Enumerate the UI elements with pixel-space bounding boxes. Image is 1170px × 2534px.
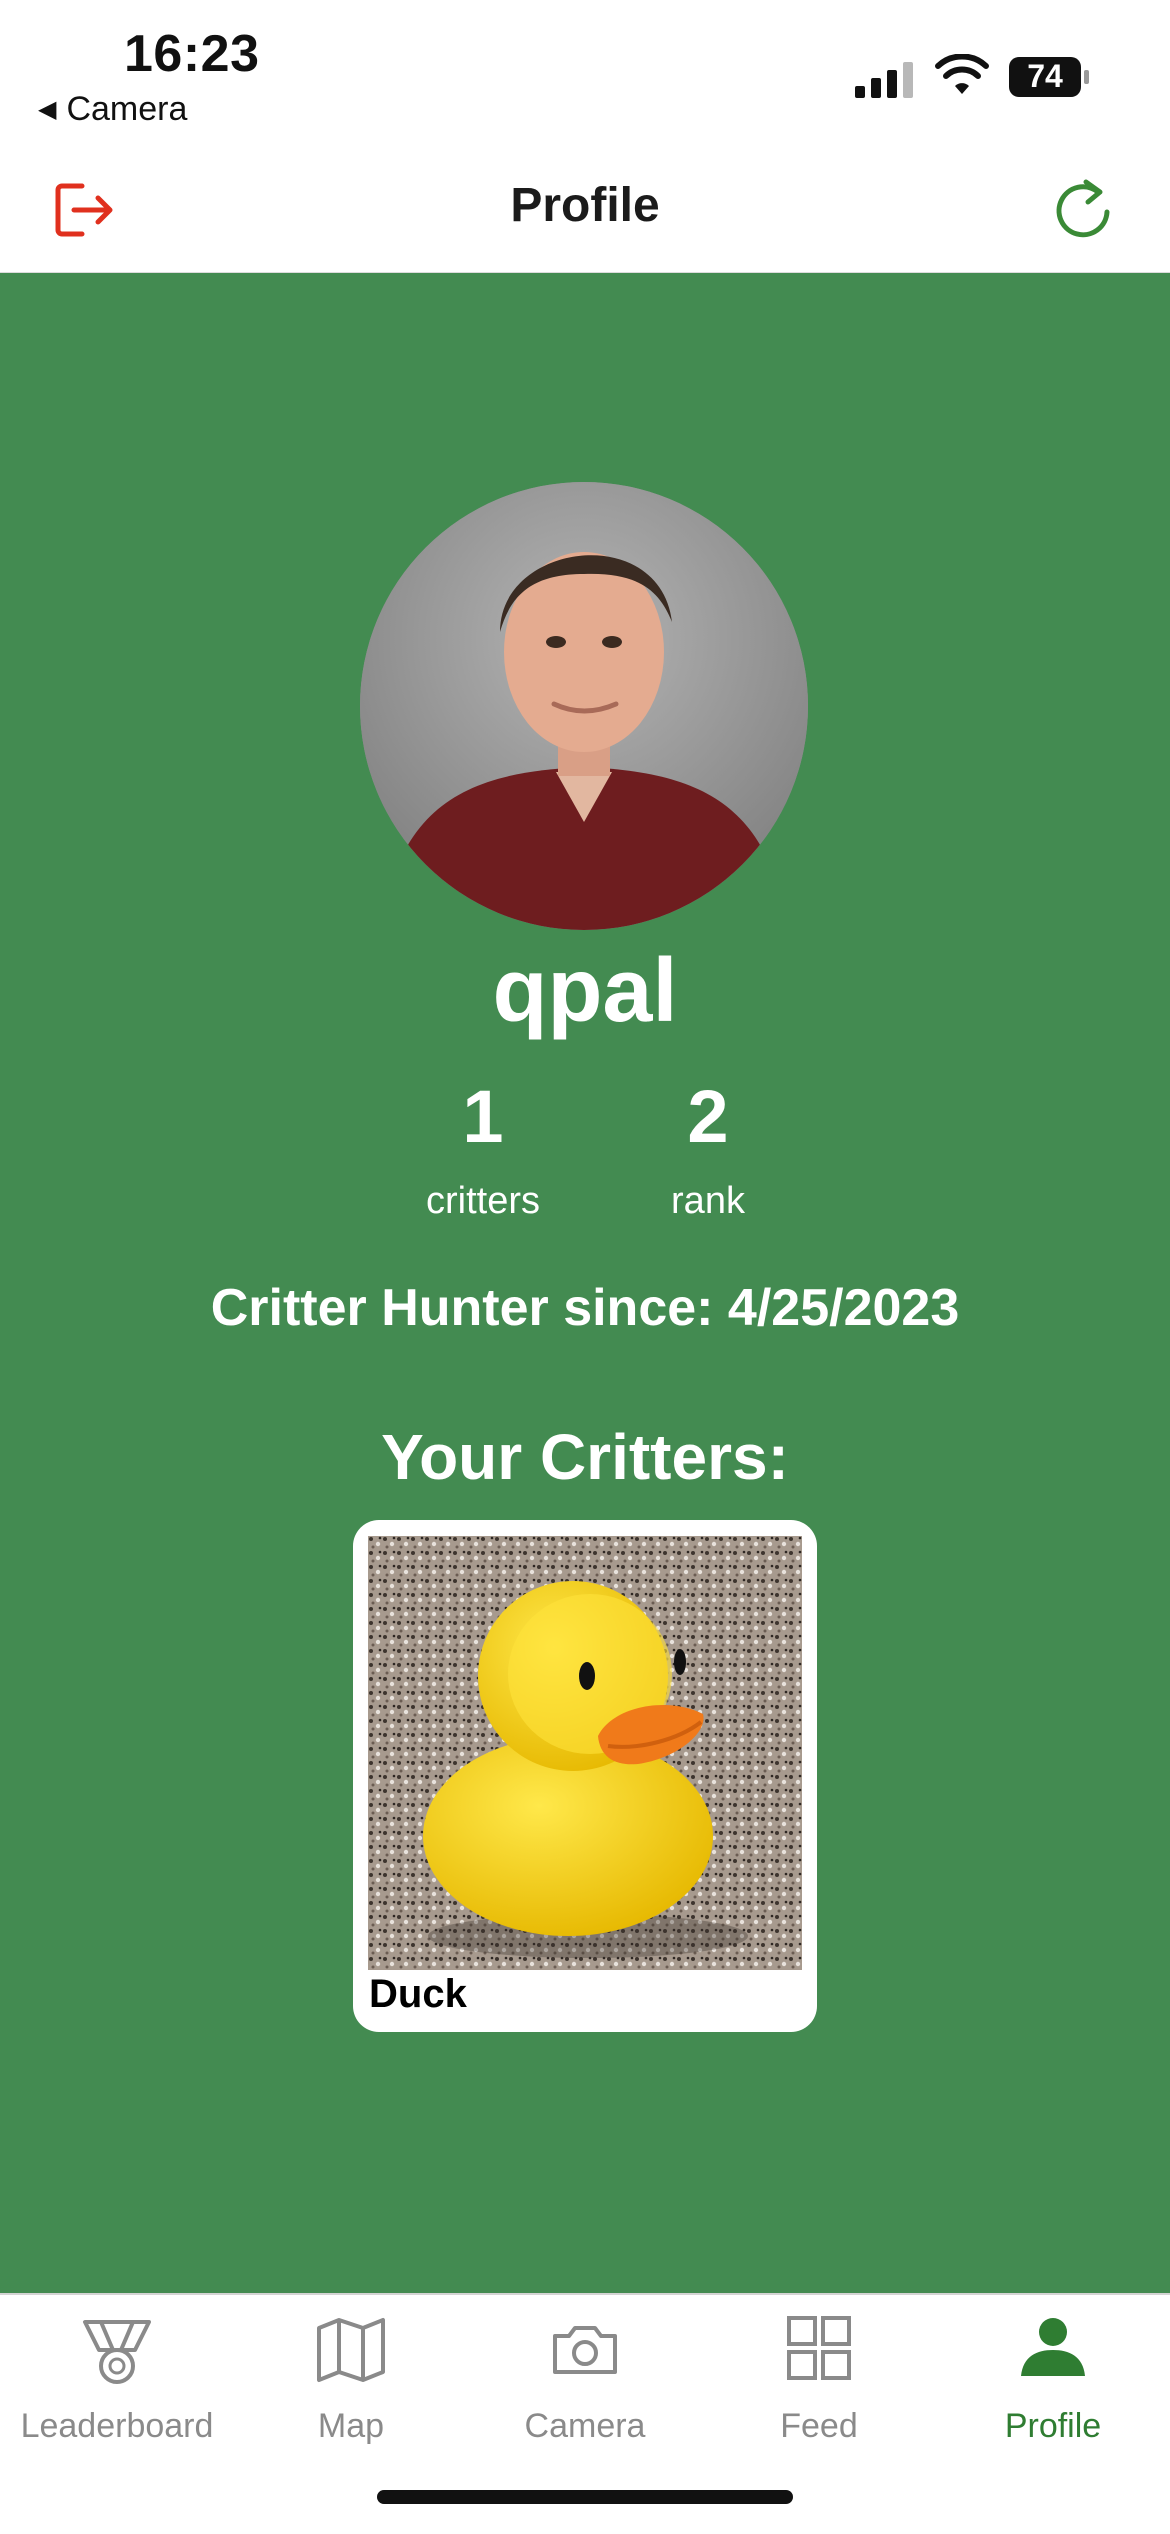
- tab-leaderboard[interactable]: Leaderboard: [0, 2300, 234, 2450]
- critters-count: 1: [462, 1075, 504, 1158]
- critter-photo: [368, 1536, 802, 1970]
- critters-stat: 1 critters: [383, 1080, 583, 1223]
- critter-card[interactable]: Duck: [353, 1520, 817, 2032]
- username: qpal: [492, 941, 678, 1041]
- tab-label: Camera: [524, 2407, 646, 2445]
- avatar: [360, 482, 808, 930]
- map-icon: [317, 2318, 385, 2382]
- tab-camera[interactable]: Camera: [468, 2300, 702, 2450]
- tab-feed[interactable]: Feed: [702, 2300, 936, 2450]
- tab-label: Feed: [780, 2407, 858, 2445]
- tab-label: Profile: [1004, 2407, 1102, 2445]
- critter-name: Duck: [369, 1972, 467, 2016]
- home-indicator[interactable]: [377, 2490, 793, 2504]
- member-since: Critter Hunter since: 4/25/2023: [210, 1279, 960, 1337]
- tab-label: Leaderboard: [20, 2407, 214, 2445]
- medal-icon: [83, 2320, 151, 2384]
- critters-label: critters: [426, 1180, 540, 1222]
- back-app-label: Camera: [66, 90, 188, 128]
- battery-icon: 74: [1008, 56, 1090, 98]
- camera-icon: [553, 2326, 617, 2374]
- rank-stat: 2 rank: [608, 1080, 808, 1223]
- tab-profile[interactable]: Profile: [936, 2300, 1170, 2450]
- rank-value: 2: [687, 1075, 729, 1158]
- refresh-icon[interactable]: [1050, 176, 1116, 242]
- battery-level: 74: [1027, 58, 1063, 94]
- critters-section-title: Your Critters:: [381, 1421, 789, 1493]
- page-title: Profile: [510, 179, 660, 232]
- wifi-icon: [935, 54, 989, 94]
- back-to-app-link[interactable]: ◀ Camera: [38, 90, 187, 129]
- rank-label: rank: [671, 1180, 745, 1222]
- tab-label: Map: [317, 2407, 385, 2445]
- cellular-signal-icon: [855, 58, 915, 98]
- status-time: 16:23: [124, 25, 260, 83]
- tab-map[interactable]: Map: [234, 2300, 468, 2450]
- back-triangle-icon: ◀: [38, 96, 57, 123]
- grid-icon: [787, 2316, 851, 2380]
- person-icon: [1021, 2318, 1085, 2376]
